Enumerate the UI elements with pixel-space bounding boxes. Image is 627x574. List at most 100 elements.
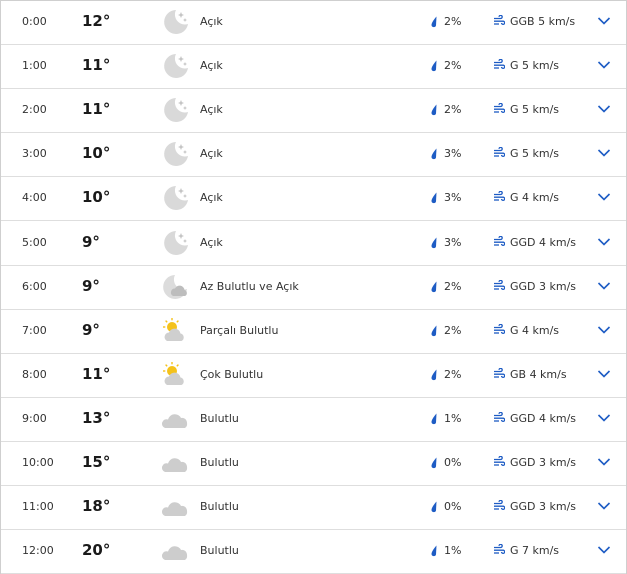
chevron-down-icon[interactable]: [597, 192, 611, 202]
precipitation-chance: 2%: [444, 279, 462, 293]
hour-row[interactable]: 8:00 11° Çok Bulutlu 2% GB 4 km/s: [1, 354, 626, 398]
chevron-down-icon[interactable]: [597, 104, 611, 114]
hour-temperature: 11°: [82, 364, 111, 383]
weather-description: Az Bulutlu ve Açık: [200, 279, 299, 293]
cloud-icon: [161, 536, 191, 566]
hour-row[interactable]: 6:00 9° Az Bulutlu ve Açık 2% GGD 3 km/s: [1, 266, 626, 310]
hour-temperature: 11°: [82, 56, 111, 75]
raindrop-icon: [431, 369, 437, 380]
sun-cloud-icon: [161, 360, 191, 390]
wind-icon: [494, 279, 505, 290]
weather-description: Açık: [200, 103, 223, 117]
raindrop-icon: [431, 16, 437, 28]
weather-description: Açık: [200, 15, 223, 28]
raindrop-icon: [431, 237, 437, 248]
weather-description: Açık: [200, 59, 223, 73]
hour-row[interactable]: 0:00 12° Açık 2% GGB 5 km/s: [1, 1, 626, 45]
weather-description: Bulutlu: [200, 500, 239, 514]
precipitation-chance: 3%: [444, 191, 462, 205]
chevron-down-icon[interactable]: [597, 413, 611, 423]
wind-info: GGD 4 km/s: [510, 235, 577, 249]
chevron-down-icon[interactable]: [597, 237, 611, 247]
hour-time: 12:00: [22, 544, 54, 558]
hour-row[interactable]: 2:00 11° Açık 2% G 5 km/s: [1, 89, 626, 134]
precipitation-chance: 1%: [444, 544, 462, 558]
precipitation-chance: 2%: [444, 323, 462, 337]
raindrop-icon: [431, 545, 437, 557]
wind-info: GGD 4 km/s: [510, 411, 577, 425]
wind-icon: [494, 235, 505, 246]
hour-time: 2:00: [22, 103, 47, 117]
moon-clear-icon: [161, 139, 191, 169]
wind-icon: [494, 147, 505, 158]
wind-icon: [494, 544, 505, 555]
wind-info: GGB 5 km/s: [510, 15, 576, 28]
chevron-down-icon[interactable]: [597, 369, 611, 379]
precipitation-chance: 2%: [444, 103, 462, 117]
wind-info: G 5 km/s: [510, 103, 560, 117]
wind-icon: [494, 15, 505, 25]
hour-row[interactable]: 5:00 9° Açık 3% GGD 4 km/s: [1, 222, 626, 266]
chevron-down-icon[interactable]: [597, 148, 611, 158]
wind-info: G 4 km/s: [510, 191, 560, 205]
hour-temperature: 9°: [82, 232, 100, 251]
hour-time: 3:00: [22, 147, 47, 161]
hour-row[interactable]: 3:00 10° Açık 3% G 5 km/s: [1, 133, 626, 178]
wind-info: GGD 3 km/s: [510, 456, 577, 469]
hour-time: 11:00: [22, 500, 54, 514]
chevron-down-icon[interactable]: [597, 325, 611, 335]
hour-temperature: 13°: [82, 408, 111, 427]
wind-icon: [494, 500, 505, 511]
hour-row[interactable]: 9:00 13° Bulutlu 1% GGD 4 km/s: [1, 398, 626, 442]
precipitation-chance: 0%: [444, 456, 462, 469]
precipitation-chance: 2%: [444, 367, 462, 381]
wind-info: GB 4 km/s: [510, 367, 567, 381]
raindrop-icon: [431, 104, 437, 116]
raindrop-icon: [431, 325, 437, 336]
cloud-icon: [161, 448, 191, 478]
hour-time: 6:00: [22, 279, 47, 293]
hour-time: 7:00: [22, 323, 47, 337]
hour-temperature: 10°: [82, 144, 111, 163]
hour-row[interactable]: 12:00 20° Bulutlu 1% G 7 km/s: [1, 530, 626, 574]
raindrop-icon: [431, 192, 437, 204]
moon-clear-icon: [161, 183, 191, 213]
hour-time: 4:00: [22, 191, 47, 205]
hour-temperature: 15°: [82, 453, 111, 471]
hour-row[interactable]: 10:00 15° Bulutlu 0% GGD 3 km/s: [1, 442, 626, 486]
precipitation-chance: 0%: [444, 500, 462, 514]
hour-row[interactable]: 11:00 18° Bulutlu 0% GGD 3 km/s: [1, 486, 626, 531]
chevron-down-icon[interactable]: [597, 281, 611, 291]
wind-icon: [494, 191, 505, 202]
wind-icon: [494, 323, 505, 334]
hour-time: 8:00: [22, 367, 47, 381]
weather-description: Çok Bulutlu: [200, 367, 264, 381]
sun-cloud-icon: [161, 316, 191, 346]
hour-row[interactable]: 4:00 10° Açık 3% G 4 km/s: [1, 177, 626, 222]
raindrop-icon: [431, 148, 437, 160]
hour-row[interactable]: 7:00 9° Parçalı Bulutlu 2% G 4 km/s: [1, 310, 626, 354]
chevron-down-icon[interactable]: [597, 16, 611, 26]
precipitation-chance: 3%: [444, 235, 462, 249]
chevron-down-icon[interactable]: [597, 501, 611, 511]
hour-row[interactable]: 1:00 11° Açık 2% G 5 km/s: [1, 45, 626, 90]
precipitation-chance: 1%: [444, 411, 462, 425]
chevron-down-icon[interactable]: [597, 457, 611, 467]
wind-icon: [494, 456, 505, 466]
moon-cloud-icon: [161, 272, 191, 302]
hour-temperature: 11°: [82, 100, 111, 119]
precipitation-chance: 2%: [444, 59, 462, 73]
moon-clear-icon: [161, 51, 191, 81]
hour-temperature: 10°: [82, 188, 111, 207]
precipitation-chance: 3%: [444, 147, 462, 161]
wind-info: G 5 km/s: [510, 147, 560, 161]
wind-info: GGD 3 km/s: [510, 500, 577, 514]
weather-description: Açık: [200, 235, 223, 249]
hour-time: 10:00: [22, 456, 54, 469]
weather-description: Parçalı Bulutlu: [200, 323, 279, 337]
wind-icon: [494, 411, 505, 422]
raindrop-icon: [431, 60, 437, 72]
hourly-forecast-list: 0:00 12° Açık 2% GGB 5 km/s 1:00 11° Açı…: [0, 0, 627, 574]
chevron-down-icon[interactable]: [597, 545, 611, 555]
chevron-down-icon[interactable]: [597, 60, 611, 70]
